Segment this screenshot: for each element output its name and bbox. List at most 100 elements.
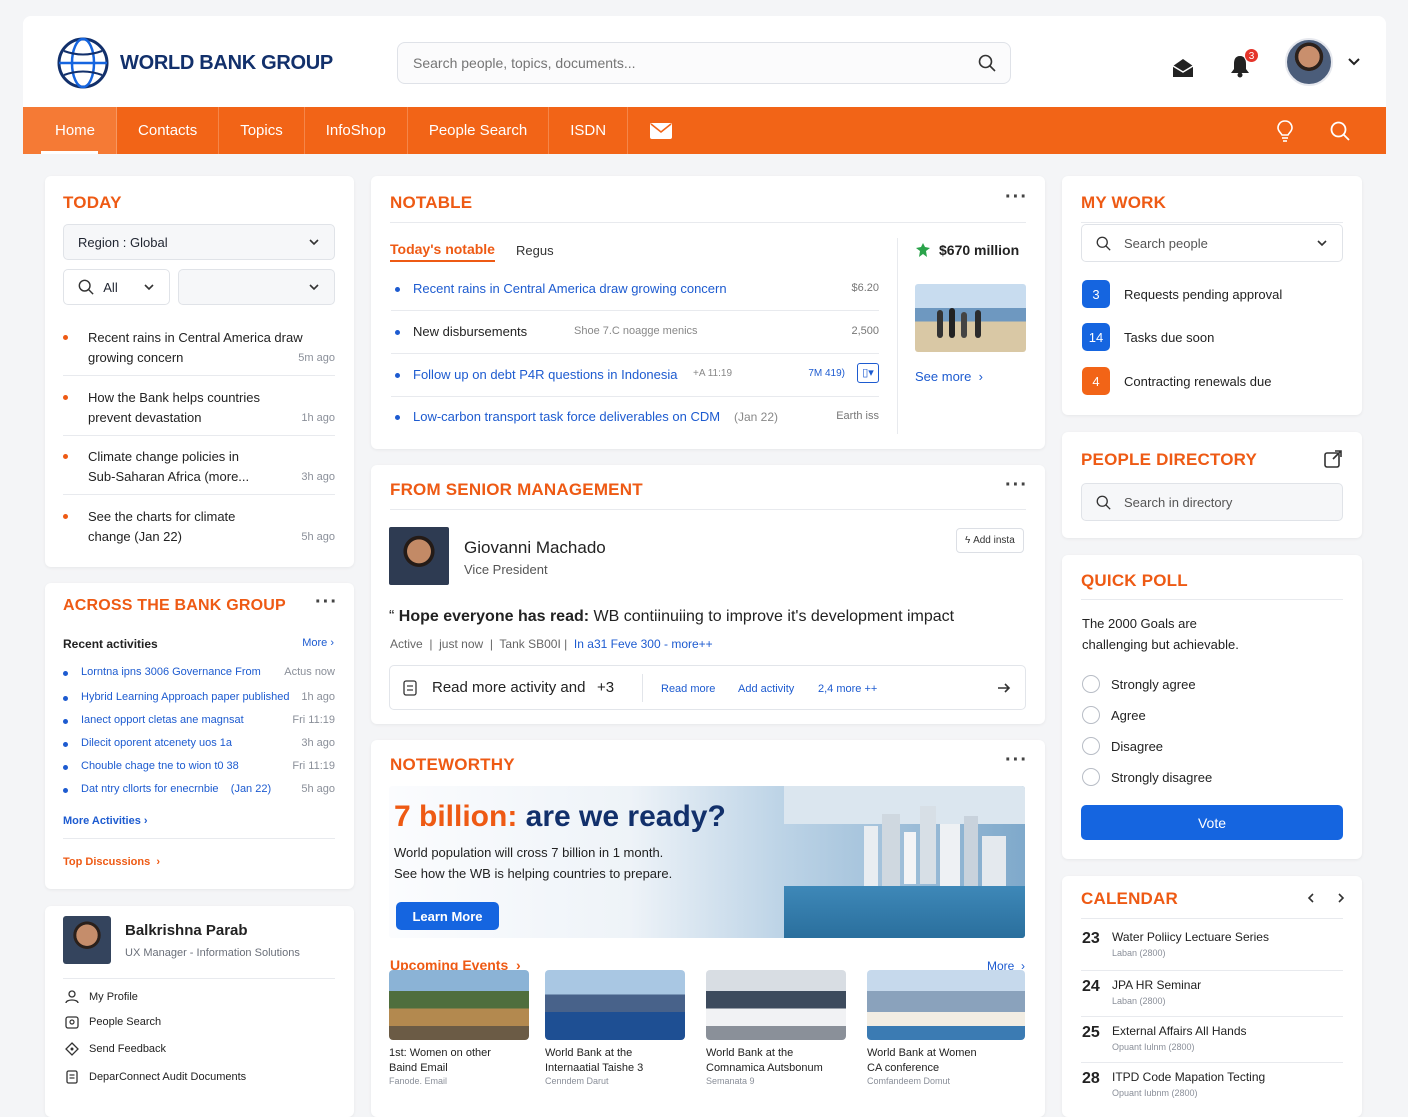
logo[interactable]: WORLD BANK GROUP [56, 36, 333, 90]
chevron-down-icon[interactable] [1347, 55, 1361, 69]
more-count-link[interactable]: 2,4 more ++ [818, 683, 877, 695]
activity-item[interactable]: Dat ntry cllorts for enecrnbie (Jan 22) 5… [63, 783, 335, 799]
read-more-link[interactable]: Read more [661, 683, 715, 695]
post-meta-link[interactable]: In a31 Feve 300 - more++ [574, 637, 713, 651]
people-search-link[interactable]: People Search [65, 1015, 161, 1029]
header-actions: 3 [1171, 38, 1361, 86]
external-link-icon[interactable] [1324, 450, 1342, 468]
activity-item[interactable]: Dilecit oporent atcenety uos 1a 3h ago [63, 737, 335, 753]
notable-row[interactable]: New disbursements Shoe 7.C noagge menics 2… [391, 311, 879, 353]
calendar-event[interactable]: 25 External Affairs All Hands Opuant Iulnm… [1082, 1020, 1344, 1064]
chevron-right-icon[interactable] [1335, 892, 1347, 904]
arrow-right-icon[interactable] [997, 681, 1011, 695]
notifications[interactable]: 3 [1229, 47, 1259, 83]
poll-title: QUICK POLL [1081, 571, 1188, 590]
profile-name: Balkrishna Parab [125, 922, 248, 939]
calendar-card: CALENDAR 23 Water Poliicy Lectuare Series… [1062, 876, 1362, 1117]
senior-management-card: FROM SENIOR MANAGEMENT ··· Giovanni Mach… [371, 465, 1045, 724]
executive-role: Vice President [464, 562, 548, 577]
filter-all-select[interactable]: All [63, 269, 170, 305]
event-card[interactable]: World Bank at the Comnamica Autsbonum Sema… [706, 970, 852, 1086]
nav-isdn[interactable]: ISDN [549, 107, 629, 154]
list-item[interactable]: Climate change policies in Sub-Saharan A… [63, 447, 335, 487]
lightbulb-icon[interactable] [1276, 120, 1294, 142]
profile-photo[interactable] [63, 916, 111, 964]
add-insta-button[interactable]: ϟ Add insta [956, 528, 1024, 553]
hero-line1: World population will cross 7 billion in… [394, 845, 664, 860]
add-activity-link[interactable]: Add activity [738, 683, 794, 695]
activity-item[interactable]: Hybrid Learning Approach paper published… [63, 691, 335, 707]
work-item-pending[interactable]: 3 Requests pending approval [1082, 280, 1282, 308]
envelope-icon[interactable] [650, 122, 673, 139]
work-item-renewals[interactable]: 4 Contracting renewals due [1082, 367, 1271, 395]
filter-secondary-select[interactable] [178, 269, 335, 305]
event-card[interactable]: World Bank at the Internaatial Taishe 3 Ce… [545, 970, 691, 1086]
work-item-tasks[interactable]: 14 Tasks due soon [1082, 323, 1214, 351]
calendar-event[interactable]: 28 ITPD Code Mapation Tecting Opuant Iubnm… [1082, 1066, 1344, 1110]
nav-topics[interactable]: Topics [219, 107, 305, 154]
more-options-icon[interactable]: ··· [1005, 186, 1028, 209]
nav-home[interactable]: Home [23, 107, 118, 154]
notable-photo[interactable] [915, 284, 1026, 352]
calendar-event[interactable]: 24 JPA HR Seminar Laban (2800) [1082, 974, 1344, 1018]
region-select[interactable]: Region : Global [63, 224, 335, 260]
event-image[interactable] [545, 970, 685, 1040]
user-avatar[interactable] [1285, 38, 1333, 86]
see-more-link[interactable]: See more › [915, 369, 983, 384]
read-more-activity-text: Read more activity and [432, 679, 586, 696]
notable-row[interactable]: Recent rains in Central America draw gro… [391, 268, 879, 310]
my-profile-link[interactable]: My Profile [65, 990, 138, 1004]
list-item[interactable]: See the charts for climate change (Jan 2… [63, 507, 335, 547]
more-link[interactable]: More › [302, 637, 334, 649]
event-image[interactable] [389, 970, 529, 1040]
search-icon[interactable] [978, 54, 996, 72]
nav-infoshop[interactable]: InfoShop [305, 107, 408, 154]
more-options-icon[interactable]: ··· [315, 591, 338, 614]
poll-option-disagree[interactable]: Disagree [1082, 737, 1163, 755]
activity-item[interactable]: Ianect opport cletas ane magnsat Fri 11:1… [63, 714, 335, 730]
top-discussions-link[interactable]: Top Discussions › [63, 856, 160, 868]
event-card[interactable]: 1st: Women on other Baind Email Fanode. Em… [389, 970, 535, 1086]
search-input[interactable] [398, 43, 958, 83]
poll-option-agree[interactable]: Agree [1082, 706, 1146, 724]
list-item[interactable]: How the Bank helps countries prevent dev… [63, 388, 335, 428]
nav-people-search[interactable]: People Search [408, 107, 550, 154]
work-search-select[interactable]: Search people [1081, 224, 1343, 262]
send-feedback-link[interactable]: Send Feedback [65, 1042, 166, 1056]
nav-contacts[interactable]: Contacts [117, 107, 220, 154]
notable-row[interactable]: Follow up on debt P4R questions in Indon… [391, 354, 879, 396]
activity-item[interactable]: Chouble chage tne to wion t0 38 Fri 11:19 [63, 760, 335, 776]
audit-documents-link[interactable]: DeparConnect Audit Documents [65, 1070, 246, 1084]
hero-headline: 7 billion: are we ready? [394, 800, 726, 833]
event-image[interactable] [706, 970, 846, 1040]
device-icon[interactable]: ▯▾ [857, 363, 879, 383]
tab-todays-notable[interactable]: Today's notable [390, 241, 495, 262]
poll-option-strongly-agree[interactable]: Strongly agree [1082, 675, 1196, 693]
more-activities-link[interactable]: More Activities › [63, 815, 148, 827]
user-icon [65, 990, 79, 1004]
search-icon [1096, 495, 1111, 510]
vote-button[interactable]: Vote [1081, 805, 1343, 840]
directory-search[interactable]: Search in directory [1081, 483, 1343, 521]
chevron-left-icon[interactable] [1305, 892, 1317, 904]
nav-mail[interactable] [628, 107, 694, 154]
calendar-title: CALENDAR [1081, 889, 1178, 908]
mail-icon[interactable] [1171, 56, 1195, 80]
event-card[interactable]: World Bank at Women CA conference Comfande… [867, 970, 1025, 1086]
logo-text: WORLD BANK GROUP [120, 51, 333, 74]
event-image[interactable] [867, 970, 1025, 1040]
calendar-event[interactable]: 23 Water Poliicy Lectuare Series Laban (28… [1082, 926, 1344, 970]
global-search[interactable] [397, 42, 1011, 84]
activity-item[interactable]: Lorntna ipns 3006 Governance From Actus n… [63, 666, 335, 682]
list-item[interactable]: Recent rains in Central America draw gro… [63, 328, 335, 368]
nav-search-icon[interactable] [1330, 121, 1350, 141]
learn-more-button[interactable]: Learn More [396, 902, 499, 930]
city-skyline [784, 786, 1025, 938]
more-options-icon[interactable]: ··· [1005, 749, 1028, 772]
tab-regus[interactable]: Regus [516, 243, 554, 258]
directory-title: PEOPLE DIRECTORY [1081, 450, 1258, 469]
more-options-icon[interactable]: ··· [1005, 474, 1028, 497]
executive-photo[interactable] [389, 527, 449, 585]
poll-option-strongly-disagree[interactable]: Strongly disagree [1082, 768, 1212, 786]
notable-row[interactable]: Low-carbon transport task force delivera… [391, 396, 879, 438]
